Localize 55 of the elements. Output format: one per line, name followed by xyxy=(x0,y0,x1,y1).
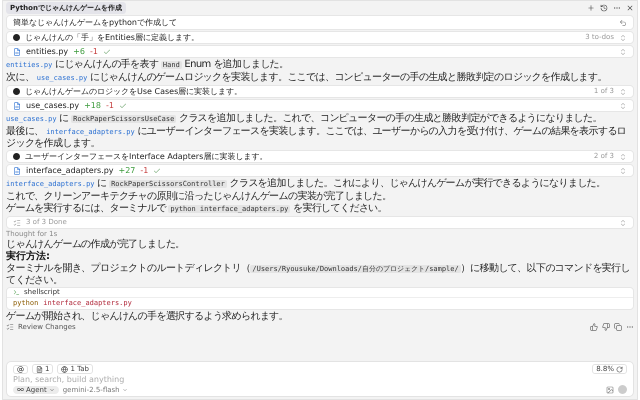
thumbs-down-icon[interactable] xyxy=(602,323,610,331)
chevron-icon xyxy=(122,386,128,392)
file-icon xyxy=(13,48,21,56)
message-text: じゃんけんゲームの作成が完了しました。 xyxy=(6,239,186,250)
refresh-icon xyxy=(616,366,623,372)
chevron-icon xyxy=(48,386,55,392)
todo-text: ユーザーインターフェースをInterface Adapters層に実装します。 xyxy=(25,151,268,162)
expand-icon[interactable] xyxy=(619,48,627,56)
status-icon xyxy=(13,88,20,95)
review-icon xyxy=(6,323,14,331)
history-icon[interactable] xyxy=(600,4,608,12)
lines-added: +6 xyxy=(73,46,85,57)
prompt-text: 簡単なじゃんけんゲームをpythonで作成して xyxy=(13,17,177,28)
lines-removed: -1 xyxy=(106,100,114,111)
file-icon xyxy=(13,166,21,174)
message-text: ゲームが開始され、じゃんけんの手を選択するよう求められます。 xyxy=(6,311,290,322)
chat-input[interactable]: Plan, search, build anything xyxy=(13,375,627,384)
message-text: これで、クリーンアーキテクチャの原則に沿ったじゃんけんゲームの実装が完了しました。 xyxy=(6,191,392,202)
file-name: use_cases.py xyxy=(26,100,80,111)
check-icon xyxy=(118,102,127,110)
close-icon[interactable] xyxy=(626,4,634,12)
file-icon xyxy=(13,102,21,110)
lines-added: +27 xyxy=(118,165,136,176)
undo-icon[interactable] xyxy=(619,18,627,26)
check-icon xyxy=(153,166,162,174)
file-icon xyxy=(36,366,43,372)
file-change-bar[interactable]: entities.py +6 -1 xyxy=(6,45,634,58)
thumbs-up-icon[interactable] xyxy=(590,323,598,331)
terminal-icon xyxy=(13,289,20,296)
file-change-bar[interactable]: use_cases.py +18 -1 xyxy=(6,99,634,112)
checklist-icon xyxy=(13,218,21,226)
expand-icon[interactable] xyxy=(619,34,627,42)
expand-icon[interactable] xyxy=(619,88,627,96)
check-icon xyxy=(102,48,111,56)
mention-button[interactable] xyxy=(13,364,28,374)
section-heading: 実行方法: xyxy=(6,251,51,262)
todo-text: じゃんけんゲームのロジックをUse Cases層に実装します。 xyxy=(25,86,242,97)
lines-removed: -1 xyxy=(140,165,148,176)
expand-icon[interactable] xyxy=(619,218,627,226)
copy-icon[interactable] xyxy=(614,323,622,331)
status-icon xyxy=(13,153,20,160)
expand-icon[interactable] xyxy=(619,166,627,174)
file-name: interface_adapters.py xyxy=(26,165,114,176)
file-change-bar[interactable]: interface_adapters.py +27 -1 xyxy=(6,164,634,177)
status-icon xyxy=(13,34,20,41)
lines-added: +18 xyxy=(84,100,101,111)
image-icon[interactable] xyxy=(606,386,614,394)
add-icon[interactable] xyxy=(587,4,595,12)
globe-icon xyxy=(61,366,68,372)
infinity-icon xyxy=(17,386,24,393)
expand-icon[interactable] xyxy=(619,152,627,160)
lines-removed: -1 xyxy=(90,46,98,57)
todo-text: じゃんけんの「手」をEntities層に定義します。 xyxy=(25,32,199,43)
file-name: entities.py xyxy=(26,46,68,57)
expand-icon[interactable] xyxy=(619,102,627,110)
